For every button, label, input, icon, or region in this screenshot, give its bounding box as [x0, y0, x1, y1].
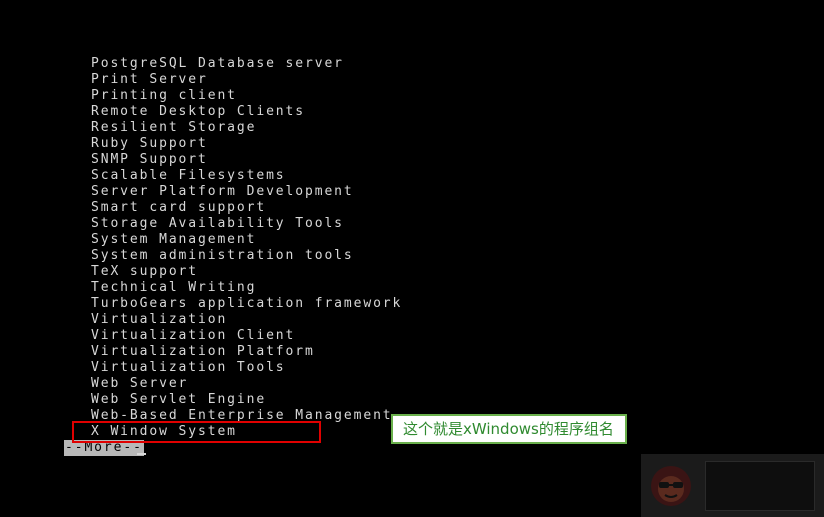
annotation-callout: 这个就是xWindows的程序组名: [391, 414, 627, 444]
list-item: Storage Availability Tools: [91, 216, 344, 231]
highlight-box: [72, 421, 321, 443]
annotation-text: 这个就是xWindows的程序组名: [403, 420, 614, 438]
list-item: Virtualization: [91, 312, 228, 327]
avatar-logo-icon: [651, 466, 691, 506]
list-item: Virtualization Platform: [91, 344, 315, 359]
text-cursor: [137, 453, 146, 455]
list-item: Remote Desktop Clients: [91, 104, 305, 119]
watermark-panel: [705, 461, 815, 511]
list-item: Virtualization Tools: [91, 360, 286, 375]
watermark: [641, 454, 824, 517]
list-item: Server Platform Development: [91, 184, 354, 199]
list-item: Scalable Filesystems: [91, 168, 286, 183]
list-item: Printing client: [91, 88, 237, 103]
list-item: PostgreSQL Database server: [91, 56, 344, 71]
list-item: TurboGears application framework: [91, 296, 403, 311]
list-item: Web Servlet Engine: [91, 392, 267, 407]
list-item: Technical Writing: [91, 280, 257, 295]
list-item: TeX support: [91, 264, 198, 279]
list-item: System Management: [91, 232, 257, 247]
list-item: SNMP Support: [91, 152, 208, 167]
list-item: Smart card support: [91, 200, 267, 215]
package-group-list: PostgreSQL Database server Print Server …: [91, 56, 402, 440]
list-item: Resilient Storage: [91, 120, 257, 135]
list-item: Web Server: [91, 376, 189, 391]
list-item: System administration tools: [91, 248, 354, 263]
list-item: Ruby Support: [91, 136, 208, 151]
list-item: Print Server: [91, 72, 208, 87]
list-item: Virtualization Client: [91, 328, 296, 343]
